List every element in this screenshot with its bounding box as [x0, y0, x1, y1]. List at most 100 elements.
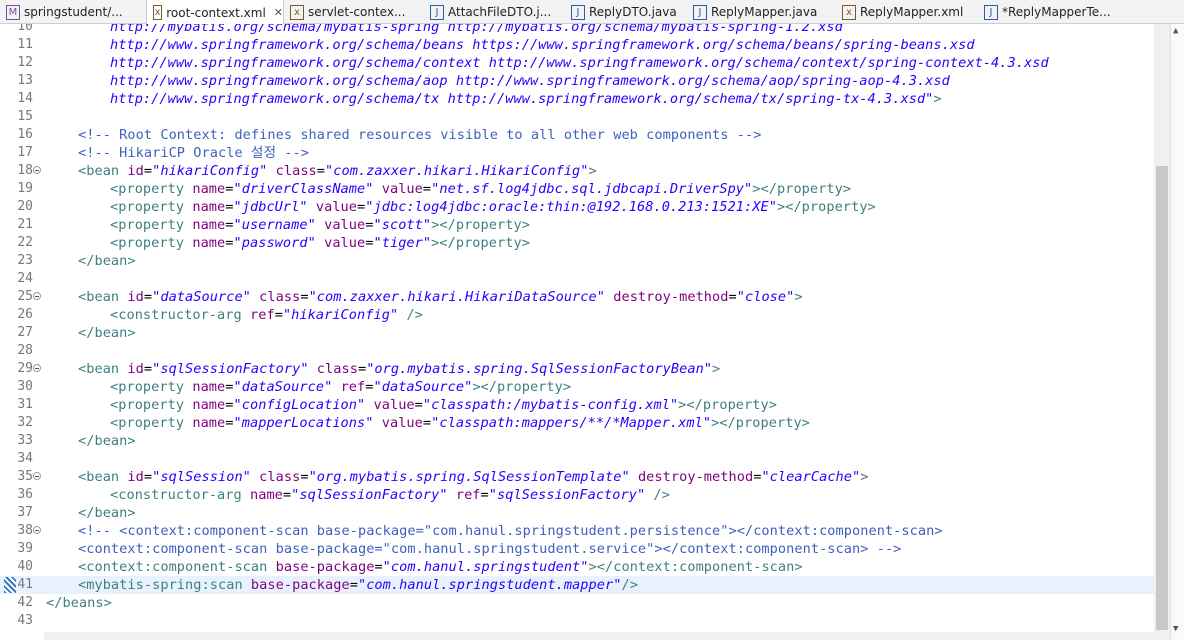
- horizontal-scrollbar[interactable]: [44, 632, 1154, 640]
- code-line[interactable]: 13 http://www.springframework.org/schema/…: [0, 72, 1154, 90]
- tab-5[interactable]: J ReplyMapper.java: [687, 0, 835, 24]
- fold-toggle-icon[interactable]: [33, 166, 41, 174]
- token-str: "classpath:mappers/**/*Mapper.xml": [431, 415, 712, 431]
- code-text: <property name="driverClassName" value="…: [110, 180, 851, 198]
- code-line[interactable]: 28: [0, 342, 1154, 360]
- tab-2[interactable]: x servlet-contex...: [284, 0, 422, 24]
- line-number: 37: [17, 505, 33, 520]
- code-line[interactable]: 23 </bean>: [0, 252, 1154, 270]
- code-line[interactable]: 40 <context:component-scan base-package="…: [0, 558, 1154, 576]
- token-txt: =: [480, 487, 489, 503]
- tab-0[interactable]: Mspringstudent/...: [0, 0, 144, 24]
- code-line[interactable]: 10 http://mybatis.org/schema/mybatis-spri…: [0, 24, 1154, 36]
- code-line[interactable]: 43: [0, 612, 1154, 630]
- code-line[interactable]: 12 http://www.springframework.org/schema/…: [0, 54, 1154, 72]
- code-line[interactable]: 30 <property name="dataSource" ref="dataS…: [0, 378, 1154, 396]
- code-line[interactable]: 27 </bean>: [0, 324, 1154, 342]
- scrollbar-thumb[interactable]: [1156, 166, 1168, 630]
- token-txt: =: [349, 577, 358, 593]
- fold-toggle-icon[interactable]: [33, 364, 41, 372]
- code-line[interactable]: 21 <property name="username" value="scott…: [0, 216, 1154, 234]
- tab-6[interactable]: x ReplyMapper.xml: [836, 0, 976, 24]
- code-line[interactable]: 14 http://www.springframework.org/schema/…: [0, 90, 1154, 108]
- token-com: <!-- Root Context: defines shared resour…: [78, 127, 762, 143]
- code-editor[interactable]: 10 http://mybatis.org/schema/mybatis-spri…: [0, 24, 1154, 632]
- token-tag: ></property>: [472, 379, 572, 395]
- tab-label: ReplyMapper.xml: [860, 5, 964, 19]
- code-line[interactable]: 31 <property name="configLocation" value=…: [0, 396, 1154, 414]
- code-line[interactable]: 32 <property name="mapperLocations" value…: [0, 414, 1154, 432]
- token-str: "scott": [373, 217, 432, 233]
- scroll-down-arrow-icon[interactable]: ▼: [1173, 624, 1178, 634]
- token-attr: name: [192, 235, 226, 251]
- token-txt: =: [225, 415, 234, 431]
- token-txt: =: [225, 181, 234, 197]
- tab-4[interactable]: J ReplyDTO.java: [565, 0, 685, 24]
- token-txt: =: [143, 289, 153, 305]
- token-txt: =: [414, 397, 423, 413]
- overview-ruler[interactable]: ▲ ▼: [1170, 24, 1184, 640]
- java-file-icon: J: [571, 4, 585, 20]
- token-tag: ></property>: [678, 397, 777, 413]
- code-line[interactable]: 22 <property name="password" value="tiger…: [0, 234, 1154, 252]
- line-number: 15: [17, 109, 33, 124]
- code-line[interactable]: 16 <!-- Root Context: defines shared reso…: [0, 126, 1154, 144]
- code-line[interactable]: 39 <context:component-scan base-package="…: [0, 540, 1154, 558]
- token-com: <!-- HikariCP Oracle 설정 -->: [78, 145, 309, 161]
- token-str: "com.zaxxer.hikari.HikariDataSource": [308, 289, 605, 305]
- token-attr: name: [192, 199, 226, 215]
- java-file-icon: J: [430, 4, 444, 20]
- token-txt: =: [316, 163, 326, 179]
- code-line[interactable]: 17 <!-- HikariCP Oracle 설정 -->: [0, 144, 1154, 162]
- token-tag: ></property>: [431, 217, 530, 233]
- token-tag: />: [406, 307, 423, 323]
- code-line[interactable]: 24: [0, 270, 1154, 288]
- code-line[interactable]: 42 </beans>: [0, 594, 1154, 612]
- token-attr: name: [249, 487, 283, 503]
- line-number: 30: [17, 379, 33, 394]
- code-line[interactable]: 25 <bean id="dataSource" class="com.zaxxe…: [0, 288, 1154, 306]
- vertical-scrollbar[interactable]: [1154, 24, 1170, 640]
- xml-icon: x: [153, 5, 163, 20]
- line-number: 20: [17, 199, 33, 214]
- token-str: "hikariConfig": [282, 307, 399, 323]
- tab-label: ReplyDTO.java: [589, 5, 677, 19]
- tab-1[interactable]: x root-context.xml ✕: [146, 0, 284, 25]
- code-line[interactable]: 33 </bean>: [0, 432, 1154, 450]
- code-line[interactable]: 19 <property name="driverClassName" value…: [0, 180, 1154, 198]
- code-text: </bean>: [78, 504, 136, 522]
- code-text: <property name="password" value="tiger">…: [110, 234, 530, 252]
- token-tag: <constructor-arg: [110, 487, 250, 503]
- token-tag: >: [794, 289, 803, 305]
- scroll-up-arrow-icon[interactable]: ▲: [1173, 26, 1178, 36]
- code-line[interactable]: 20 <property name="jdbcUrl" value="jdbc:l…: [0, 198, 1154, 216]
- close-icon[interactable]: ✕: [274, 6, 283, 19]
- tab-label: springstudent/...: [24, 5, 123, 19]
- code-line[interactable]: 37 </bean>: [0, 504, 1154, 522]
- fold-toggle-icon[interactable]: [33, 472, 41, 480]
- token-txt: =: [143, 469, 153, 485]
- token-attr: ref: [249, 307, 275, 323]
- token-tag: </beans>: [46, 595, 112, 611]
- code-text: <!-- HikariCP Oracle 설정 -->: [78, 144, 309, 162]
- token-txt: =: [300, 469, 309, 485]
- fold-toggle-icon[interactable]: [33, 526, 41, 534]
- token-attr: destroy-method: [637, 469, 754, 485]
- tab-3[interactable]: J AttachFileDTO.j...: [424, 0, 564, 24]
- code-line[interactable]: 35 <bean id="sqlSession" class="org.mybat…: [0, 468, 1154, 486]
- code-line[interactable]: 36 <constructor-arg name="sqlSessionFacto…: [0, 486, 1154, 504]
- code-line[interactable]: 38 <!-- <context:component-scan base-pack…: [0, 522, 1154, 540]
- token-tag: </bean>: [78, 253, 136, 269]
- code-line[interactable]: 29 <bean id="sqlSessionFactory" class="or…: [0, 360, 1154, 378]
- code-line[interactable]: 15: [0, 108, 1154, 126]
- fold-toggle-icon[interactable]: [33, 292, 41, 300]
- tab-7[interactable]: J *ReplyMapperTe...: [978, 0, 1138, 24]
- code-line[interactable]: 41 <mybatis-spring:scan base-package="com…: [0, 576, 1154, 594]
- token-attr: class: [259, 469, 301, 485]
- code-line[interactable]: 34: [0, 450, 1154, 468]
- code-line[interactable]: 26 <constructor-arg ref="hikariConfig" />: [0, 306, 1154, 324]
- line-number: 12: [17, 55, 33, 70]
- code-line[interactable]: 18 <bean id="hikariConfig" class="com.zax…: [0, 162, 1154, 180]
- code-line[interactable]: 11 http://www.springframework.org/schema/…: [0, 36, 1154, 54]
